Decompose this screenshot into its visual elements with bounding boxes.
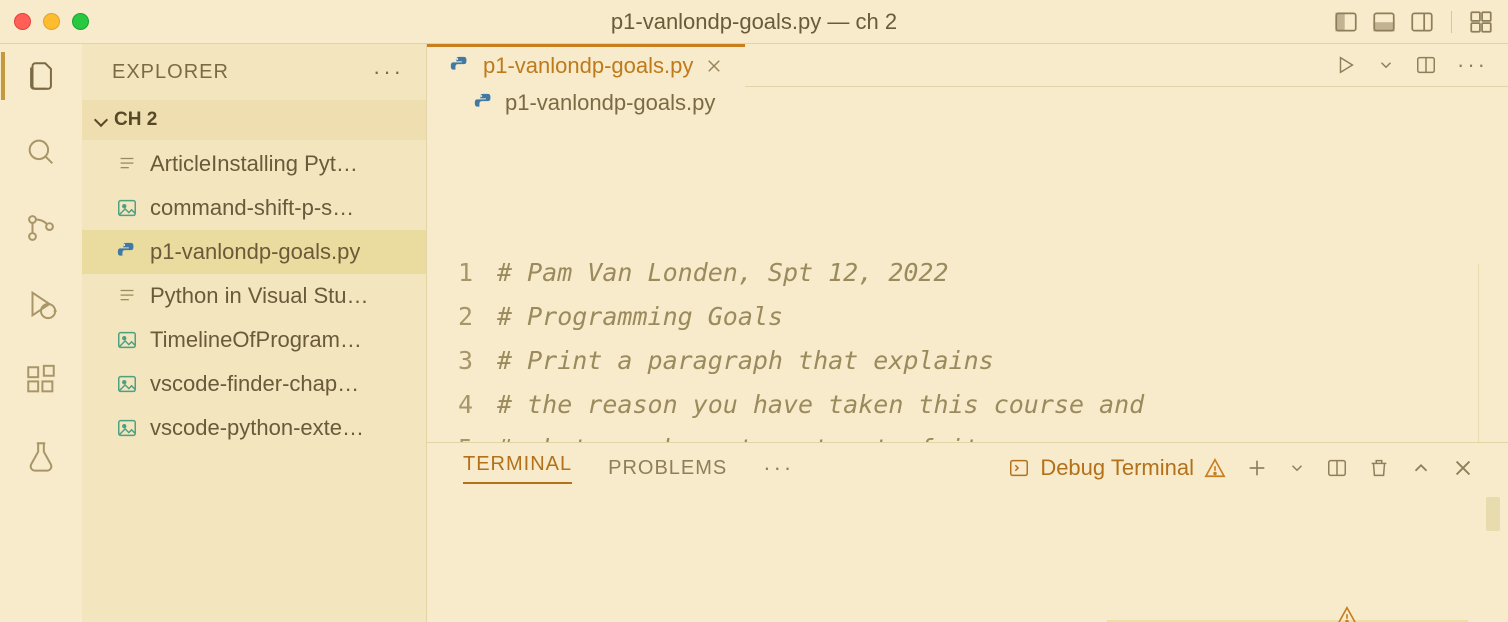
editor-group: p1-vanlondp-goals.py ··· [427,44,1508,622]
maximize-panel-icon[interactable] [1410,457,1432,479]
terminal-profile-label: Debug Terminal [1040,455,1194,481]
kill-terminal-icon[interactable] [1368,457,1390,479]
toggle-secondary-sidebar-icon[interactable] [1409,9,1435,35]
toggle-panel-icon[interactable] [1371,9,1397,35]
file-item[interactable]: Python in Visual Stu… [82,274,426,318]
terminal-profile-dropdown[interactable]: Debug Terminal [1008,455,1226,481]
customize-layout-icon[interactable] [1468,9,1494,35]
close-panel-icon[interactable] [1452,457,1474,479]
run-icon[interactable] [1335,54,1357,76]
breadcrumb[interactable]: p1-vanlondp-goals.py [427,87,1508,119]
file-item[interactable]: command-shift-p-s… [82,186,426,230]
traffic-lights [14,13,89,30]
tab-close-icon[interactable] [705,57,723,75]
explorer-title: EXPLORER [112,61,229,84]
image-file-icon [116,197,138,219]
file-item[interactable]: TimelineOfProgram… [82,318,426,362]
file-label: ArticleInstalling Pyt… [150,151,358,177]
activity-testing-icon[interactable] [23,438,59,474]
file-label: p1-vanlondp-goals.py [150,239,360,265]
python-file-icon [449,55,471,77]
panel: TERMINAL PROBLEMS ··· Debug Terminal [427,442,1508,622]
code-line: 4# the reason you have taken this course… [443,383,1508,427]
divider [1451,11,1452,33]
minimap[interactable] [1478,264,1508,442]
breadcrumb-label: p1-vanlondp-goals.py [505,90,715,116]
code-line: 5# what you hope to get out of it. [443,427,1508,442]
file-item[interactable]: vscode-finder-chap… [82,362,426,406]
file-list: ArticleInstalling Pyt… command-shift-p-s…… [82,142,426,450]
image-file-icon [116,329,138,351]
file-item[interactable]: p1-vanlondp-goals.py [82,230,426,274]
panel-tab-problems[interactable]: PROBLEMS [608,457,727,480]
activity-source-control-icon[interactable] [23,210,59,246]
new-terminal-dropdown-icon[interactable] [1288,459,1306,477]
run-dropdown-chevron-icon[interactable] [1377,56,1395,74]
py-file-icon [116,241,138,263]
file-item[interactable]: vscode-python-exte… [82,406,426,450]
editor-tabs: p1-vanlondp-goals.py ··· [427,44,1508,87]
chevron-down-icon [94,113,108,127]
file-label: vscode-python-exte… [150,415,364,441]
code-editor[interactable]: 1# Pam Van Londen, Spt 12, 20222# Progra… [427,119,1508,442]
text-file-icon [116,285,138,307]
code-line: 1# Pam Van Londen, Spt 12, 2022 [443,251,1508,295]
window-close-button[interactable] [14,13,31,30]
new-terminal-icon[interactable] [1246,457,1268,479]
explorer-more-icon[interactable]: ··· [373,59,404,85]
activity-search-icon[interactable] [23,134,59,170]
panel-tab-terminal[interactable]: TERMINAL [463,453,572,484]
terminal-scrollbar[interactable] [1486,497,1500,531]
window-zoom-button[interactable] [72,13,89,30]
folder-header[interactable]: CH 2 [82,100,426,140]
text-file-icon [116,153,138,175]
panel-more-icon[interactable]: ··· [763,455,794,481]
image-file-icon [116,417,138,439]
folder-name: CH 2 [114,109,157,131]
file-label: TimelineOfProgram… [150,327,362,353]
code-line: 3# Print a paragraph that explains [443,339,1508,383]
file-item[interactable]: ArticleInstalling Pyt… [82,142,426,186]
window-title: p1-vanlondp-goals.py — ch 2 [611,9,897,35]
explorer-sidebar: EXPLORER ··· CH 2 ArticleInstalling Pyt…… [82,44,427,622]
split-terminal-icon[interactable] [1326,457,1348,479]
window-minimize-button[interactable] [43,13,60,30]
editor-more-icon[interactable]: ··· [1457,52,1488,78]
activity-extensions-icon[interactable] [23,362,59,398]
activity-explorer-icon[interactable] [23,58,59,94]
code-line: 2# Programming Goals [443,295,1508,339]
file-label: vscode-finder-chap… [150,371,359,397]
file-label: command-shift-p-s… [150,195,354,221]
warning-icon [1336,529,1481,622]
terminal[interactable]: pamvanlonden@PamVanLndeniMac ch 2 % type… [427,493,1508,622]
activity-run-debug-icon[interactable] [23,286,59,322]
tab-label: p1-vanlondp-goals.py [483,53,693,79]
editor-tab[interactable]: p1-vanlondp-goals.py [427,44,745,86]
activity-bar [0,44,82,622]
split-editor-icon[interactable] [1415,54,1437,76]
titlebar: p1-vanlondp-goals.py — ch 2 [0,0,1508,44]
python-file-icon [473,92,495,114]
toggle-primary-sidebar-icon[interactable] [1333,9,1359,35]
file-label: Python in Visual Stu… [150,283,369,309]
image-file-icon [116,373,138,395]
